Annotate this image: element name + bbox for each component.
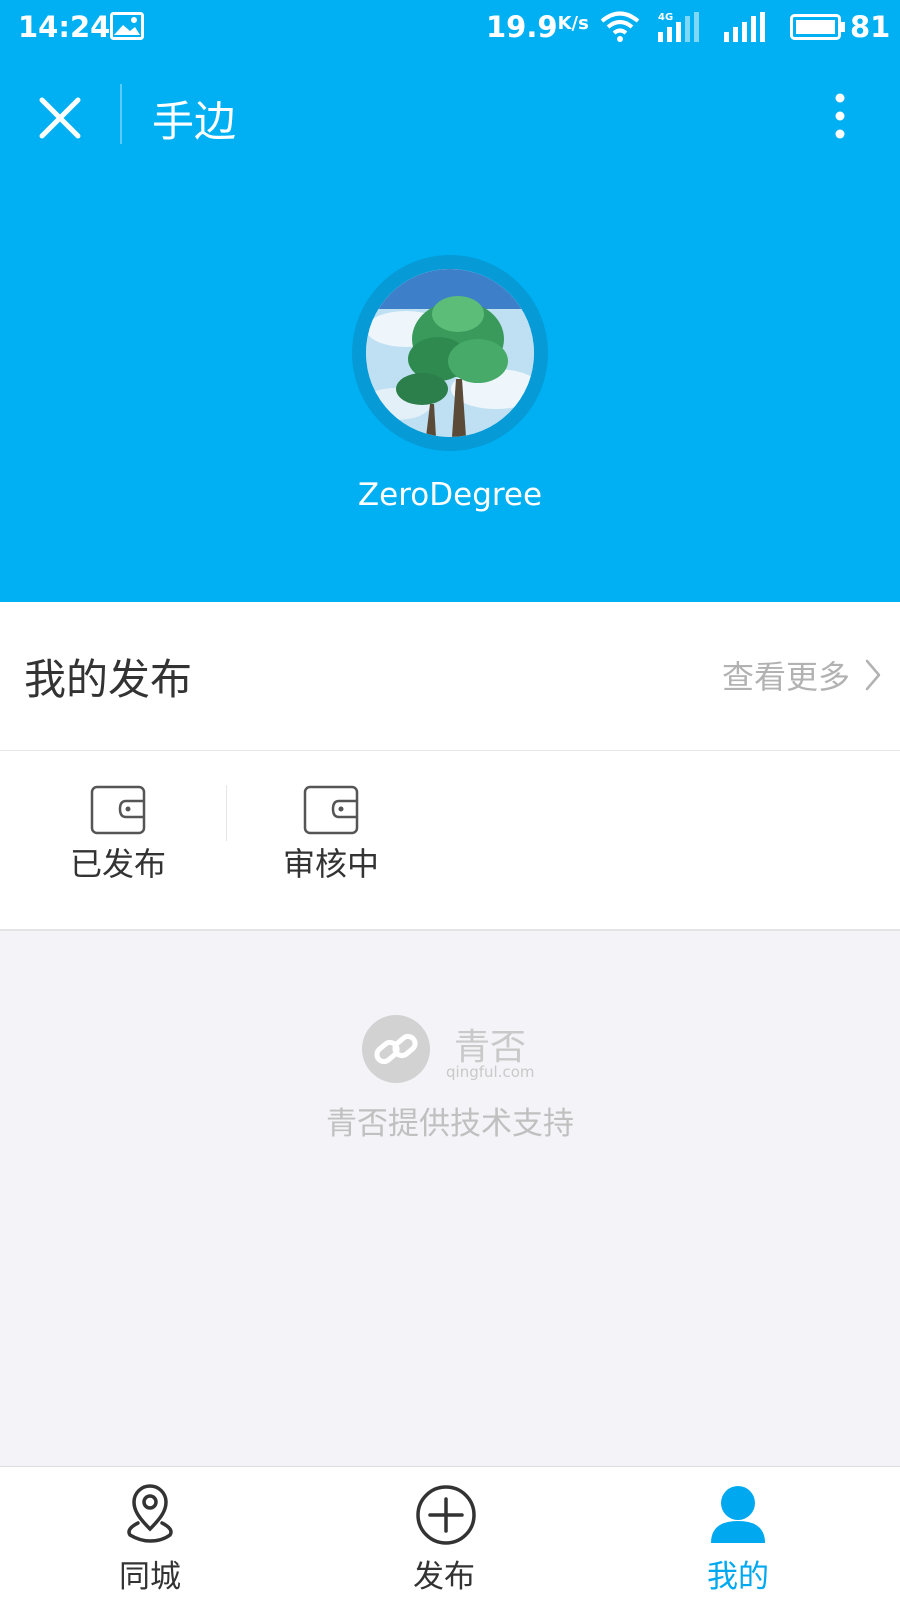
wallet-icon — [303, 785, 359, 835]
close-icon[interactable] — [34, 92, 86, 144]
bottom-nav: 同城 发布 我的 — [0, 1466, 900, 1601]
tab-divider — [226, 785, 227, 841]
see-more-link[interactable]: 查看更多 — [722, 652, 882, 698]
top-navbar: 手边 — [0, 70, 900, 160]
wallet-icon — [90, 785, 146, 835]
powered-by-text: 青否提供技术支持 — [326, 1106, 574, 1142]
profile-header: 14:24 19.9K/s 4G 81 手边 ZeroDegree — [0, 0, 900, 602]
nav-item-local[interactable]: 同城 — [0, 1467, 300, 1601]
nav-label: 发布 — [413, 1559, 475, 1595]
nav-label: 我的 — [707, 1559, 769, 1595]
network-speed-value: 19.9 — [486, 10, 558, 44]
wifi-icon — [600, 11, 640, 42]
person-icon — [711, 1486, 765, 1543]
image-notification-icon — [110, 12, 144, 40]
cellular-4g-icon: 4G — [658, 12, 699, 42]
network-speed: 19.9K/s — [486, 10, 589, 44]
username: ZeroDegree — [357, 477, 543, 513]
tab-label: 已发布 — [69, 845, 166, 883]
section-title: 我的发布 — [24, 655, 193, 704]
post-status-tabs: 已发布 审核中 — [0, 751, 900, 931]
qingful-logo-icon — [362, 1015, 430, 1083]
see-more-label: 查看更多 — [721, 658, 850, 696]
avatar[interactable] — [366, 269, 534, 437]
battery-icon — [790, 14, 845, 40]
nav-divider — [120, 84, 122, 144]
avatar-ring[interactable] — [352, 255, 548, 451]
status-time: 14:24 — [18, 10, 111, 44]
chevron-right-icon — [865, 659, 881, 691]
status-bar: 14:24 19.9K/s 4G 81 — [0, 0, 900, 56]
signal-icon — [724, 12, 765, 42]
battery-level: 81 — [850, 10, 891, 44]
tab-label: 审核中 — [282, 845, 379, 883]
tree-avatar-icon — [366, 269, 534, 437]
page-title: 手边 — [152, 97, 237, 146]
brand-domain: qingful.com — [446, 1063, 535, 1081]
nav-item-publish[interactable]: 发布 — [294, 1467, 594, 1601]
tab-under-review[interactable]: 审核中 — [261, 785, 401, 895]
tab-published[interactable]: 已发布 — [48, 785, 188, 895]
plus-circle-icon — [416, 1485, 476, 1545]
location-pin-icon — [127, 1484, 173, 1543]
network-type-label: 4G — [658, 12, 673, 23]
nav-label: 同城 — [119, 1559, 181, 1595]
nav-item-mine[interactable]: 我的 — [588, 1467, 888, 1601]
my-posts-header: 我的发布 查看更多 — [0, 602, 900, 751]
network-speed-unit: K/s — [557, 13, 589, 34]
more-vertical-icon[interactable] — [820, 88, 860, 148]
